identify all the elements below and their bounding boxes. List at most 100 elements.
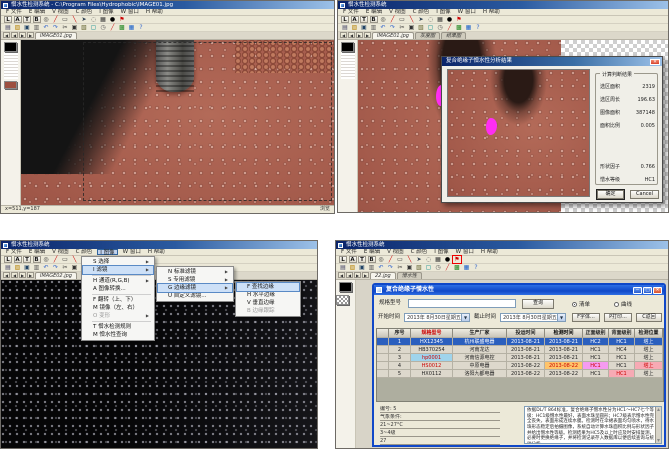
dot-icon[interactable]: ● xyxy=(444,256,452,263)
tab-nav-next-icon[interactable]: ▶ xyxy=(19,32,26,38)
menu-item[interactable]: G 边缘滤镜▶ xyxy=(158,284,232,292)
menu-item[interactable]: H 水平边缘 xyxy=(237,291,299,299)
brush-icon[interactable]: ╱ xyxy=(109,24,117,31)
tool-letter-a[interactable]: A xyxy=(14,16,22,23)
back-button[interactable]: C返回 xyxy=(636,313,662,322)
tab-nav-last-icon[interactable]: ▶ xyxy=(364,32,371,38)
print-icon[interactable]: ▥ xyxy=(370,24,378,31)
redo-icon[interactable]: ↷ xyxy=(387,264,395,271)
notes-textbox[interactable]: 依据DL/T 864标准，复合绝缘子憎水性分为HC1～HC7七个等级：HC1级憎… xyxy=(524,406,662,444)
pen-icon[interactable]: ╲ xyxy=(406,256,414,263)
new-icon[interactable]: ▤ xyxy=(341,24,349,31)
clock-icon[interactable]: ◷ xyxy=(434,264,442,271)
dialog-title-bar[interactable]: 复合绝缘子憎水性分析结果 ✕ xyxy=(442,57,662,66)
insulator-photo[interactable] xyxy=(21,40,335,207)
cut-icon[interactable]: ✂ xyxy=(396,264,404,271)
menu-color[interactable]: C 颜色 xyxy=(74,9,95,15)
save-icon[interactable]: ▣ xyxy=(360,24,368,31)
tool-letter-l[interactable]: L xyxy=(341,16,349,23)
minimize-icon[interactable]: ─ xyxy=(633,287,642,294)
tool-letter-b[interactable]: B xyxy=(370,16,378,23)
palette-entry-list[interactable] xyxy=(4,53,18,79)
search-button[interactable]: 查询 xyxy=(522,299,554,309)
redo-icon[interactable]: ↷ xyxy=(52,24,60,31)
tab-nav-last-icon[interactable]: ▶ xyxy=(27,32,34,38)
menu-image[interactable]: I 图像 xyxy=(97,249,117,255)
save-icon[interactable]: ▣ xyxy=(23,24,31,31)
circle-select-icon[interactable]: ◌ xyxy=(90,16,98,23)
radio-curve[interactable]: 曲线 xyxy=(614,300,632,308)
menu-window[interactable]: W 窗口 xyxy=(454,249,476,255)
menu-item[interactable]: N 标准滤镜▶ xyxy=(158,268,232,276)
picked-color-swatch[interactable] xyxy=(4,81,17,89)
open-icon[interactable]: ▨ xyxy=(351,24,359,31)
open-icon[interactable]: ▨ xyxy=(349,264,357,271)
tab-IMAGE01.jpg[interactable]: IMAGE01.jpg xyxy=(35,32,77,39)
tab-nav-next-icon[interactable]: ▶ xyxy=(19,272,26,278)
copy-icon[interactable]: ▣ xyxy=(71,24,79,31)
maximize-icon[interactable]: □ xyxy=(643,287,652,294)
rect-select-icon[interactable]: ▭ xyxy=(396,256,404,263)
menu-item[interactable]: F 翻转（上、下） xyxy=(83,296,153,304)
tool-letter-a[interactable]: A xyxy=(349,256,357,263)
title-bar[interactable]: 憎水性检测系统 xyxy=(338,1,668,9)
header-run[interactable]: 投运时间 xyxy=(507,329,545,338)
title-bar[interactable]: 憎水性检测系统 xyxy=(336,241,668,249)
menu-color[interactable]: C 颜色 xyxy=(411,9,432,15)
save-icon[interactable]: ▣ xyxy=(358,264,366,271)
tab-nav-last-icon[interactable]: ▶ xyxy=(362,272,369,278)
chevron-down-icon[interactable]: ▼ xyxy=(557,314,565,321)
menu-file[interactable]: F 文件 xyxy=(339,249,359,255)
tab-nav-last-icon[interactable]: ▶ xyxy=(27,272,34,278)
redo-icon[interactable]: ↷ xyxy=(52,264,60,271)
flag-icon[interactable]: ⚑ xyxy=(453,256,461,263)
header-back[interactable]: 背面级别 xyxy=(609,329,635,338)
tab-憎水性[interactable]: 憎水性 xyxy=(397,272,422,279)
redo-icon[interactable]: ↷ xyxy=(389,24,397,31)
paste-icon[interactable]: ▧ xyxy=(80,24,88,31)
pen-icon[interactable]: ╲ xyxy=(71,256,79,263)
tab-nav-prev-icon[interactable]: ◀ xyxy=(346,272,353,278)
print-icon[interactable]: ▥ xyxy=(368,264,376,271)
menu-item[interactable]: M 憎水性查询 xyxy=(83,331,153,339)
tab-IMAGE01.jpg[interactable]: IMAGE01.jpg xyxy=(372,32,414,39)
start-date-picker[interactable]: 2013年 8月30日星期五▼ xyxy=(404,313,470,322)
open-icon[interactable]: ▨ xyxy=(14,24,22,31)
help-icon[interactable]: ? xyxy=(472,264,480,271)
cursor-icon[interactable]: ➤ xyxy=(80,16,88,23)
palette-icon[interactable]: ▩ xyxy=(118,24,126,31)
eyedropper-icon[interactable]: ╱ xyxy=(52,16,60,23)
monitor-icon[interactable]: ▢ xyxy=(427,24,435,31)
image-icon[interactable]: ▦ xyxy=(463,264,471,271)
table-row[interactable]: 5HX0112洛阳九都电器2013-08-222013-08-22HC1HC1塔… xyxy=(377,370,663,378)
menu-edit[interactable]: E 编辑 xyxy=(364,9,384,15)
brush-icon[interactable]: ╱ xyxy=(446,24,454,31)
copy-icon[interactable]: ▣ xyxy=(71,264,79,271)
close-icon[interactable]: ✕ xyxy=(650,59,660,65)
header-maker[interactable]: 生产厂家 xyxy=(453,329,507,338)
tool-letter-a[interactable]: A xyxy=(14,256,22,263)
grid-icon[interactable]: ▦ xyxy=(436,16,444,23)
palette-icon[interactable]: ▩ xyxy=(455,24,463,31)
menu-file[interactable]: F 文件 xyxy=(341,9,361,15)
chevron-down-icon[interactable]: ▼ xyxy=(461,314,469,321)
save-icon[interactable]: ▣ xyxy=(23,264,31,271)
title-bar[interactable]: 憎水性检测系统 - C:\Program Files\Hydrophobic\I… xyxy=(1,1,334,9)
tool-letter-b[interactable]: B xyxy=(368,256,376,263)
menu-item[interactable]: B 边缘跟踪 xyxy=(237,307,299,315)
tool-letter-l[interactable]: L xyxy=(4,16,12,23)
rect-select-icon[interactable]: ▭ xyxy=(61,256,69,263)
undo-icon[interactable]: ↶ xyxy=(42,24,50,31)
menu-view[interactable]: V 视图 xyxy=(385,249,406,255)
dot-icon[interactable]: ● xyxy=(109,16,117,23)
header-test[interactable]: 检测时间 xyxy=(545,329,583,338)
menu-image[interactable]: I 图像 xyxy=(434,9,452,15)
menu-help[interactable]: H 帮助 xyxy=(146,249,167,255)
foreground-color-swatch[interactable] xyxy=(339,282,352,292)
selection-rectangle[interactable] xyxy=(83,42,332,201)
flag-icon[interactable]: ⚑ xyxy=(118,16,126,23)
tool-letter-b[interactable]: B xyxy=(33,16,41,23)
eyedropper-icon[interactable]: ╱ xyxy=(389,16,397,23)
print-icon[interactable]: ▥ xyxy=(33,24,41,31)
model-input[interactable] xyxy=(408,299,516,308)
